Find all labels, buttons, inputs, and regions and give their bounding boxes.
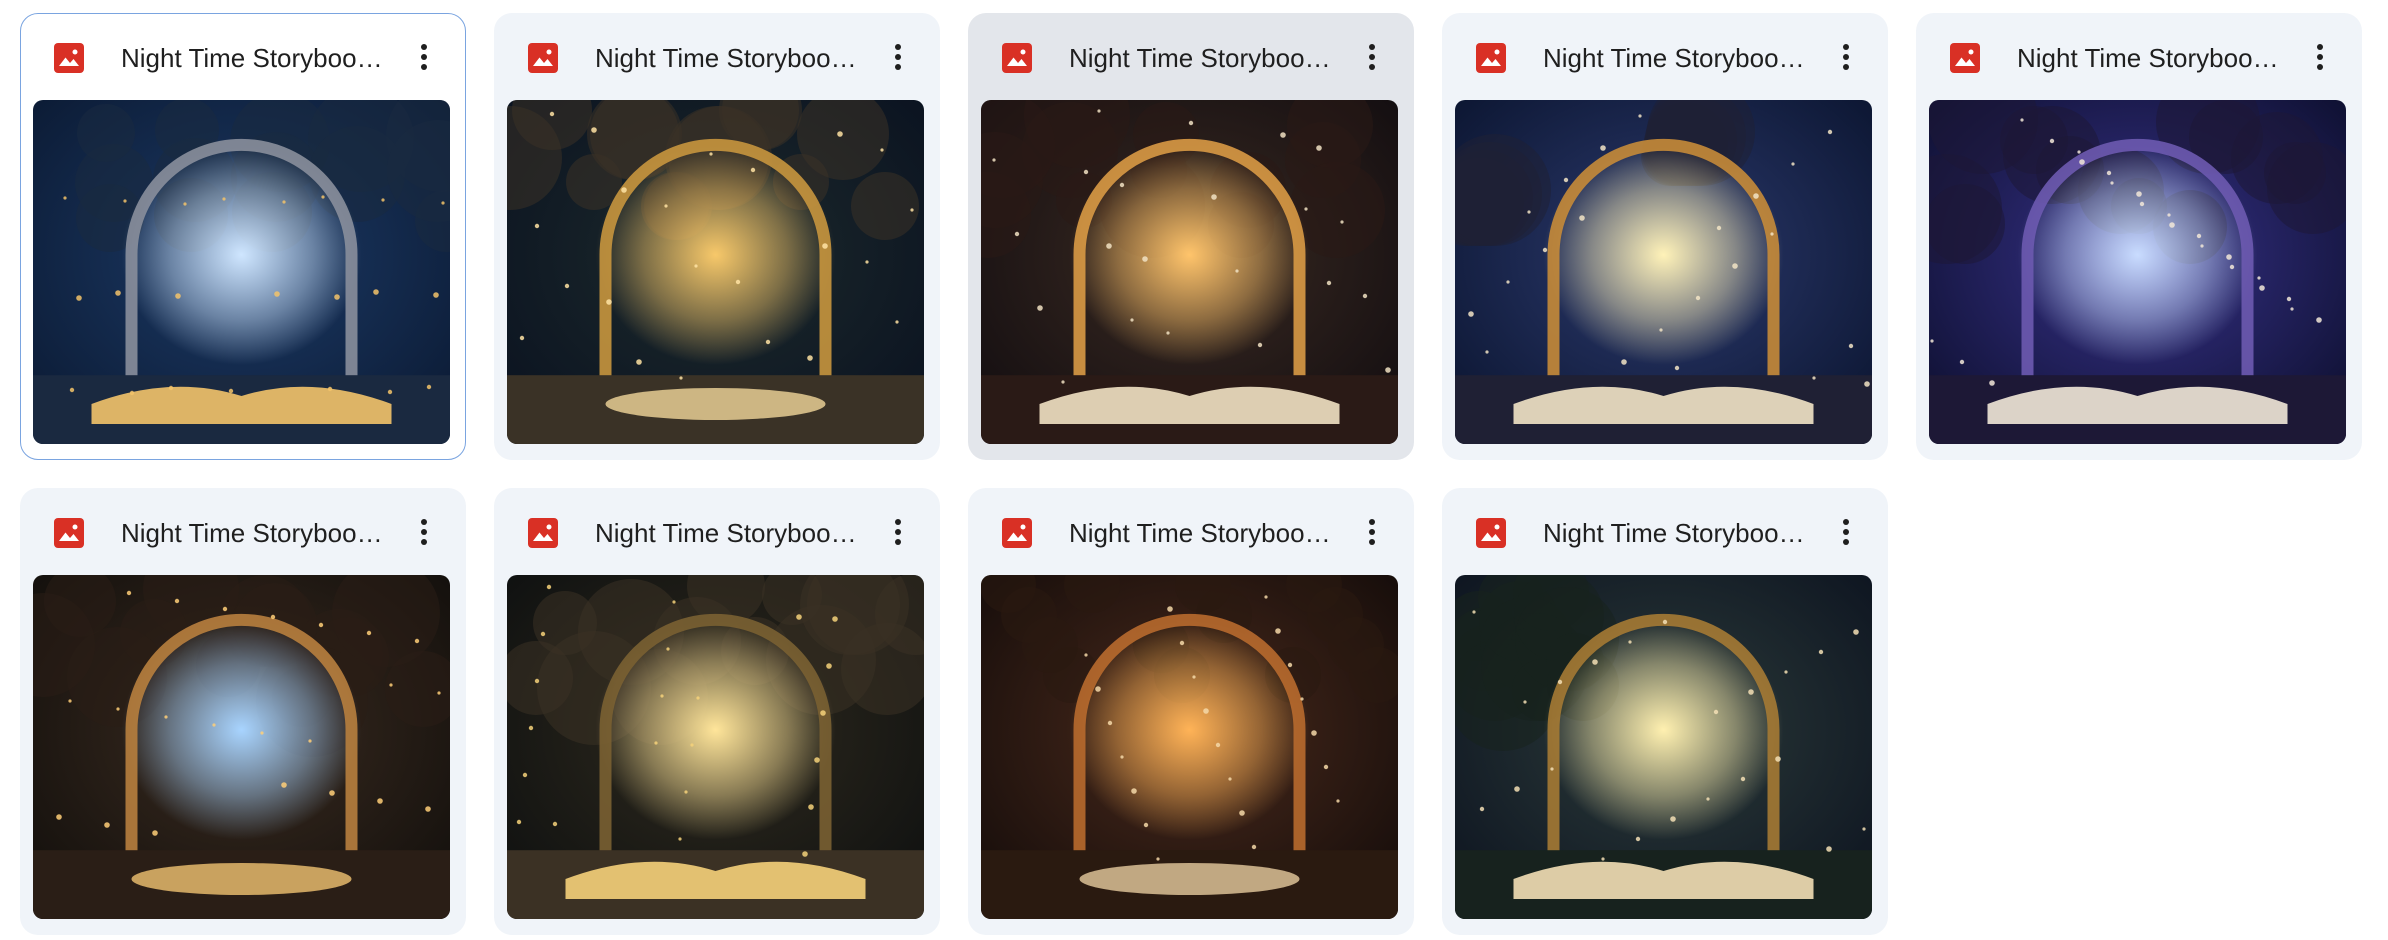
more-vert-icon (895, 44, 901, 70)
file-name[interactable]: Night Time Storybook Backdrops (595, 41, 865, 75)
image-file-icon (1475, 517, 1507, 549)
file-name[interactable]: Night Time Storybook Backdrops (1543, 41, 1813, 75)
more-vert-icon (1369, 44, 1375, 70)
file-card[interactable]: Night Time Storybook Backdrops (968, 488, 1414, 935)
file-card[interactable]: Night Time Storybook Backdrops (1916, 13, 2362, 460)
more-vert-icon (1369, 519, 1375, 545)
file-name[interactable]: Night Time Storybook Backdrops (121, 41, 391, 75)
file-name[interactable]: Night Time Storybook Backdrops (121, 516, 391, 550)
image-file-icon (53, 517, 85, 549)
image-file-icon (1001, 42, 1033, 74)
more-actions-button[interactable] (1349, 509, 1395, 555)
file-thumbnail[interactable] (507, 575, 924, 919)
file-name[interactable]: Night Time Storybook Backdrops (1543, 516, 1813, 550)
file-thumbnail[interactable] (1455, 575, 1872, 919)
file-name[interactable]: Night Time Storybook Backdrops (1069, 516, 1339, 550)
more-actions-button[interactable] (875, 34, 921, 80)
more-actions-button[interactable] (2297, 34, 2343, 80)
file-card[interactable]: Night Time Storybook Backdrops (1442, 13, 1888, 460)
file-card[interactable]: Night Time Storybook Backdrops (20, 13, 466, 460)
more-vert-icon (421, 519, 427, 545)
file-thumbnail[interactable] (33, 100, 450, 444)
image-file-icon (527, 42, 559, 74)
file-thumbnail[interactable] (33, 575, 450, 919)
file-card-header: Night Time Storybook Backdrops (969, 489, 1413, 573)
file-thumbnail[interactable] (981, 100, 1398, 444)
more-vert-icon (1843, 44, 1849, 70)
file-card-header: Night Time Storybook Backdrops (969, 14, 1413, 98)
file-card[interactable]: Night Time Storybook Backdrops (494, 488, 940, 935)
file-name[interactable]: Night Time Storybook Backdrops (1069, 41, 1339, 75)
file-card-header: Night Time Storybook Backdrops (1443, 489, 1887, 573)
file-name[interactable]: Night Time Storybook Backdrops (2017, 41, 2287, 75)
more-actions-button[interactable] (1349, 34, 1395, 80)
more-actions-button[interactable] (875, 509, 921, 555)
file-card-header: Night Time Storybook Backdrops (21, 14, 465, 98)
file-card[interactable]: Night Time Storybook Backdrops (20, 488, 466, 935)
file-card[interactable]: Night Time Storybook Backdrops (968, 13, 1414, 460)
file-card-header: Night Time Storybook Backdrops (1917, 14, 2361, 98)
more-vert-icon (421, 44, 427, 70)
file-card-header: Night Time Storybook Backdrops (21, 489, 465, 573)
file-card-header: Night Time Storybook Backdrops (1443, 14, 1887, 98)
image-file-icon (1475, 42, 1507, 74)
more-actions-button[interactable] (401, 509, 447, 555)
image-file-icon (53, 42, 85, 74)
file-grid: Night Time Storybook Backdrops Night Time… (20, 13, 2362, 935)
file-card-header: Night Time Storybook Backdrops (495, 489, 939, 573)
image-file-icon (1001, 517, 1033, 549)
more-actions-button[interactable] (401, 34, 447, 80)
file-thumbnail[interactable] (981, 575, 1398, 919)
image-file-icon (1949, 42, 1981, 74)
file-name[interactable]: Night Time Storybook Backdrops (595, 516, 865, 550)
image-file-icon (527, 517, 559, 549)
more-vert-icon (2317, 44, 2323, 70)
file-card[interactable]: Night Time Storybook Backdrops (494, 13, 940, 460)
more-vert-icon (895, 519, 901, 545)
file-card[interactable]: Night Time Storybook Backdrops (1442, 488, 1888, 935)
more-actions-button[interactable] (1823, 34, 1869, 80)
file-card-header: Night Time Storybook Backdrops (495, 14, 939, 98)
file-thumbnail[interactable] (507, 100, 924, 444)
more-vert-icon (1843, 519, 1849, 545)
more-actions-button[interactable] (1823, 509, 1869, 555)
file-thumbnail[interactable] (1455, 100, 1872, 444)
file-thumbnail[interactable] (1929, 100, 2346, 444)
